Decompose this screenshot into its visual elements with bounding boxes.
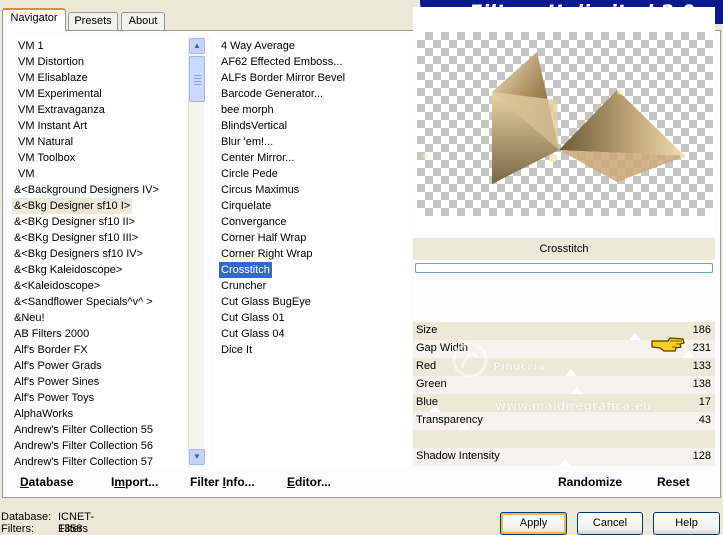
filter-item[interactable]: ALFs Border Mirror Bevel	[219, 70, 347, 86]
scroll-up-icon[interactable]: ▲	[189, 38, 205, 54]
filter-item[interactable]: Center Mirror...	[219, 150, 296, 166]
slider-value: 133	[692, 360, 711, 372]
filter-item[interactable]: Corner Right Wrap	[219, 246, 315, 262]
scrollbar-thumb[interactable]	[189, 56, 205, 102]
filter-item[interactable]: Cut Glass 01	[219, 310, 287, 326]
filter-item[interactable]: Cut Glass BugEye	[219, 294, 313, 310]
slider-label: Size	[416, 324, 438, 336]
randomize-button[interactable]: Randomize	[558, 475, 622, 489]
category-item[interactable]: VM	[16, 166, 37, 182]
category-item[interactable]: Andrew's Filter Collection 56	[12, 438, 155, 454]
watermark-url: www.maldiregrafica.eu	[495, 399, 652, 413]
category-item[interactable]: Alf's Power Toys	[12, 390, 96, 406]
category-item[interactable]: &<Bkg Designers sf10 IV>	[12, 246, 145, 262]
filter-list[interactable]: 4 Way Average AF62 Effected Emboss... AL…	[213, 36, 411, 467]
progress-bar	[415, 263, 713, 273]
category-item[interactable]: Alf's Power Sines	[12, 374, 101, 390]
category-item[interactable]: &<Bkg Kaleidoscope>	[12, 262, 124, 278]
import-button[interactable]: Import...	[111, 475, 158, 489]
category-item[interactable]: &<BKg Designer sf10 II>	[12, 214, 137, 230]
filter-item[interactable]: BlindsVertical	[219, 118, 289, 134]
category-item[interactable]: VM Extravaganza	[16, 102, 107, 118]
filter-item[interactable]: bee morph	[219, 102, 276, 118]
help-button[interactable]: Help	[653, 512, 720, 535]
filter-item[interactable]: Cruncher	[219, 278, 268, 294]
category-item[interactable]: &<Sandflower Specials^v^ >	[12, 294, 155, 310]
slider-label: Green	[416, 378, 447, 390]
watermark: Pinuccia www.maldiregrafica.eu	[445, 335, 665, 425]
filter-item[interactable]: Cut Glass 04	[219, 326, 287, 342]
slider-label: Shadow Intensity	[416, 450, 500, 462]
category-item[interactable]: &<Kaleidoscope>	[12, 278, 102, 294]
slider-value: 138	[692, 378, 711, 390]
preview-area	[413, 7, 715, 235]
status-label: Filters:	[1, 523, 34, 535]
category-item[interactable]: &Neu!	[12, 310, 47, 326]
status-value: 1358	[58, 523, 83, 535]
category-item[interactable]: VM Toolbox	[16, 150, 77, 166]
reset-button[interactable]: Reset	[657, 475, 690, 489]
filter-item[interactable]: Blur 'em!...	[219, 134, 275, 150]
slider-value: 186	[692, 324, 711, 336]
filter-info-button[interactable]: Filter Info...	[190, 475, 255, 489]
database-button[interactable]: Database	[20, 475, 73, 489]
preview-filter-name: Crosstitch	[413, 238, 715, 260]
filter-item[interactable]: Dice It	[219, 342, 254, 358]
category-list[interactable]: VM 1 VM Distortion VM Elisablaze VM Expe…	[8, 36, 203, 467]
slider-shadow-intensity[interactable]: Shadow Intensity 128	[413, 448, 715, 466]
category-item[interactable]: Andrew's Filter Collection 55	[12, 422, 155, 438]
category-item[interactable]: VM Natural	[16, 134, 75, 150]
scroll-down-icon[interactable]: ▼	[189, 449, 205, 465]
watermark-name: Pinuccia	[493, 360, 545, 373]
tab-presets[interactable]: Presets	[68, 12, 118, 30]
filter-item[interactable]: Barcode Generator...	[219, 86, 325, 102]
cancel-button[interactable]: Cancel	[577, 512, 643, 535]
preview-image	[422, 52, 686, 184]
category-item[interactable]: VM Elisablaze	[16, 70, 90, 86]
category-item[interactable]: VM Instant Art	[16, 118, 89, 134]
editor-button[interactable]: Editor...	[287, 475, 331, 489]
category-item[interactable]: VM Distortion	[16, 54, 86, 70]
category-item[interactable]: VM Experimental	[16, 86, 104, 102]
slider-empty	[413, 430, 715, 448]
filter-item[interactable]: Circus Maximus	[219, 182, 301, 198]
category-item[interactable]: AlphaWorks	[12, 406, 75, 422]
watermark-logo-icon	[452, 342, 488, 378]
filter-item[interactable]: AF62 Effected Emboss...	[219, 54, 344, 70]
category-item[interactable]: &<Background Designers IV>	[12, 182, 161, 198]
slider-thumb[interactable]	[429, 405, 441, 412]
filter-item[interactable]: Circle Pede	[219, 166, 280, 182]
category-item[interactable]: Alf's Power Grads	[12, 358, 104, 374]
category-scrollbar[interactable]: ▲ ▼	[188, 36, 205, 467]
slider-label: Red	[416, 360, 437, 372]
category-item[interactable]: VM 1	[16, 38, 46, 54]
filter-item[interactable]: Convergance	[219, 214, 288, 230]
category-item[interactable]: AB Filters 2000	[12, 326, 91, 342]
filter-item[interactable]: 4 Way Average	[219, 38, 297, 54]
category-item[interactable]: &<BKg Designer sf10 III>	[12, 230, 140, 246]
status-label: Database:	[1, 511, 52, 523]
filter-item[interactable]: Corner Half Wrap	[219, 230, 308, 246]
filter-item-selected[interactable]: Crosstitch	[219, 262, 272, 278]
apply-button[interactable]: Apply	[500, 512, 567, 535]
slider-value: 43	[698, 414, 711, 426]
slider-thumb[interactable]	[559, 459, 571, 466]
slider-value: 231	[692, 342, 711, 354]
category-item-selected[interactable]: &<Bkg Designer sf10 I>	[12, 198, 133, 214]
tab-navigator[interactable]: Navigator	[2, 8, 66, 31]
slider-value: 17	[698, 396, 711, 408]
slider-value: 128	[692, 450, 711, 462]
category-item[interactable]: Andrew's Filter Collection 57	[12, 454, 155, 467]
category-item[interactable]: Alf's Border FX	[12, 342, 90, 358]
filter-item[interactable]: Cirquelate	[219, 198, 273, 214]
tab-about[interactable]: About	[121, 12, 165, 30]
